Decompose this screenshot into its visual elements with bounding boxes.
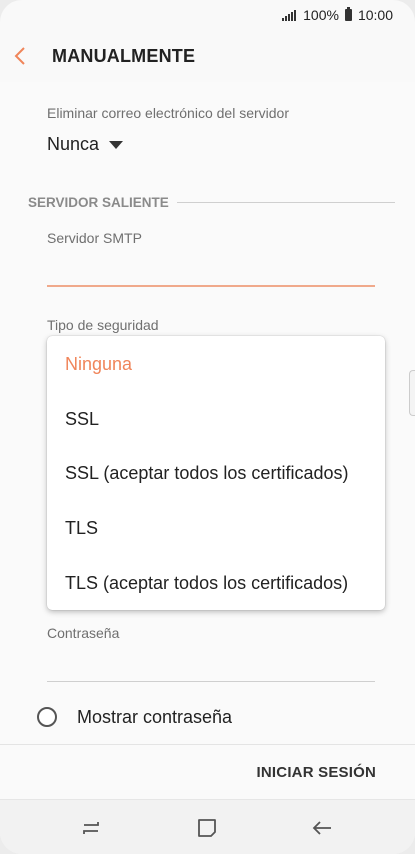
menu-item-ssl-all-certs[interactable]: SSL (aceptar todos los certificados) [65, 462, 348, 484]
page-title: MANUALMENTE [52, 45, 196, 66]
phone-screen: 100% 10:00 MANUALMENTE Eliminar correo e… [0, 0, 415, 854]
smtp-server-input[interactable] [47, 254, 375, 282]
password-input[interactable] [47, 648, 375, 676]
back-button[interactable] [0, 30, 48, 82]
footer-bar: INICIAR SESIÓN [0, 744, 415, 800]
clock: 10:00 [357, 7, 393, 23]
section-outgoing-server: SERVIDOR SALIENTE [28, 195, 395, 210]
show-password-radio[interactable] [37, 707, 57, 727]
section-title: SERVIDOR SALIENTE [28, 195, 169, 210]
delete-email-value: Nunca [47, 134, 100, 154]
delete-email-label: Eliminar correo electrónico del servidor [47, 105, 289, 121]
chevron-left-icon [14, 47, 25, 65]
smtp-input-underline [47, 285, 375, 287]
security-type-menu: Ninguna SSL SSL (aceptar todos los certi… [47, 336, 385, 610]
security-type-label: Tipo de seguridad [47, 317, 159, 333]
smtp-label: Servidor SMTP [47, 230, 142, 246]
home-icon[interactable] [194, 815, 220, 841]
password-input-underline [47, 681, 375, 682]
show-password-label: Mostrar contraseña [77, 707, 233, 727]
caret-down-icon [109, 140, 124, 149]
password-label: Contraseña [47, 625, 120, 641]
section-divider [176, 202, 395, 203]
menu-item-tls-all-certs[interactable]: TLS (aceptar todos los certificados) [65, 572, 348, 594]
battery-percent: 100% [303, 7, 339, 23]
signal-icon [282, 9, 297, 21]
back-nav-icon[interactable] [309, 815, 335, 841]
recent-apps-icon[interactable] [78, 815, 104, 841]
menu-item-ninguna[interactable]: Ninguna [65, 353, 132, 375]
menu-item-ssl[interactable]: SSL [65, 408, 99, 430]
navigation-bar [0, 799, 415, 854]
edge-panel-handle[interactable] [409, 370, 415, 416]
menu-item-tls[interactable]: TLS [65, 517, 98, 539]
signin-button[interactable]: INICIAR SESIÓN [257, 764, 376, 781]
status-bar: 100% 10:00 [0, 0, 415, 30]
battery-icon [344, 7, 352, 21]
app-bar: MANUALMENTE [0, 30, 415, 82]
delete-email-dropdown[interactable]: Nunca [47, 134, 124, 155]
